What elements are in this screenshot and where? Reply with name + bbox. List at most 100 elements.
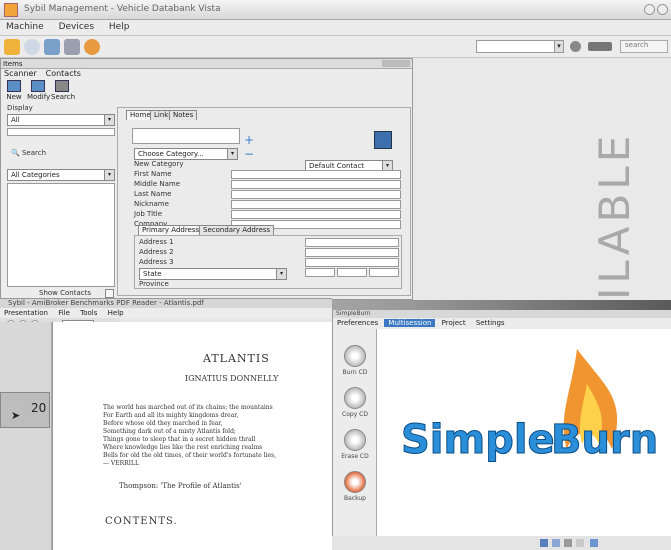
cursor-icon: ➤ [11, 409, 21, 422]
menu-scanner[interactable]: Scanner [1, 69, 40, 78]
menu-project[interactable]: Project [438, 319, 470, 327]
search-contacts-text: Search [21, 149, 47, 157]
province-label: Province [139, 280, 169, 288]
background-watermark: ILABLE [590, 131, 639, 300]
toolbar: ▾ search [0, 36, 671, 58]
backup-button[interactable]: Backup [339, 471, 371, 502]
menu-contacts[interactable]: Contacts [43, 69, 84, 78]
display-select[interactable]: All ▾ [7, 114, 115, 126]
address1-label: Address 1 [139, 238, 174, 246]
modify-button[interactable]: Modify [27, 80, 51, 102]
category-select[interactable]: Choose Category... ▾ [134, 148, 238, 160]
poem-line: Something dark out of a misty Atlantis f… [103, 428, 236, 435]
default-contact-value: Default Contact [309, 162, 365, 170]
zoom-value: 20 [31, 401, 47, 415]
form-window-buttons[interactable] [382, 60, 410, 67]
address3-field[interactable] [305, 258, 399, 267]
copy-cd-label: Copy CD [342, 411, 368, 418]
modify-label: Modify [27, 93, 51, 101]
backup-label: Backup [344, 495, 366, 502]
minimize-button[interactable] [644, 4, 655, 15]
menu-preferences[interactable]: Preferences [333, 319, 382, 327]
simpleburn-logo-area: Simple Burn [377, 329, 671, 550]
location-input[interactable] [476, 40, 564, 53]
contacts-list[interactable] [7, 183, 115, 287]
state-select-value: State [143, 270, 162, 278]
gear-icon[interactable] [570, 41, 581, 52]
tray-icon[interactable] [576, 539, 584, 547]
erase-cd-button[interactable]: Erase CD [339, 429, 371, 460]
modify-icon [31, 80, 45, 92]
menu-presentation[interactable]: Presentation [0, 309, 52, 317]
menu-file[interactable]: File [54, 309, 74, 317]
middle-name-field[interactable] [231, 180, 401, 189]
pdf-sidepanel: 20 ➤ [0, 322, 52, 550]
menu-help[interactable]: Help [104, 309, 128, 317]
menu-help[interactable]: Help [103, 20, 136, 34]
first-name-field[interactable] [231, 170, 401, 179]
menu-tools[interactable]: Tools [76, 309, 101, 317]
search-button[interactable]: Search [51, 80, 75, 102]
tray-icon[interactable] [564, 539, 572, 547]
add-icon[interactable]: + [244, 133, 254, 147]
location-dropdown[interactable]: ▾ [554, 41, 563, 52]
middle-name-label: Middle Name [134, 180, 180, 188]
poem-line: Things gone to sleep that in a secret hi… [103, 436, 256, 443]
form-window-title: Items [1, 59, 412, 69]
close-button[interactable] [657, 4, 668, 15]
discard-icon[interactable] [84, 39, 100, 55]
display-filter-input[interactable] [7, 128, 115, 136]
poem-line: The world has marched out of its chains;… [103, 404, 273, 411]
progress-slot [588, 42, 612, 51]
chevron-down-icon: ▾ [104, 170, 114, 180]
menu-multisession[interactable]: Multisession [384, 319, 436, 327]
menu-machine[interactable]: Machine [0, 20, 50, 34]
address2-label: Address 2 [139, 248, 174, 256]
zip-field-2[interactable] [337, 268, 367, 277]
menu-settings[interactable]: Settings [472, 319, 509, 327]
tray-icon[interactable] [590, 539, 598, 547]
zoom-widget[interactable]: 20 ➤ [0, 392, 50, 428]
zip-field-3[interactable] [369, 268, 399, 277]
settings-icon[interactable] [24, 39, 40, 55]
simpleburn-sidebar: Burn CD Copy CD Erase CD Backup [333, 329, 377, 550]
form-window-title-text: Items [3, 60, 23, 68]
copy-cd-button[interactable]: Copy CD [339, 387, 371, 418]
burn-cd-button[interactable]: Burn CD [339, 345, 371, 376]
tab-secondary-address[interactable]: Secondary Address [199, 225, 275, 235]
new-button[interactable]: New [3, 80, 25, 102]
search-contacts-link[interactable]: 🔍 Search [11, 149, 46, 157]
state-select[interactable]: State ▾ [139, 268, 287, 280]
show-icon[interactable] [64, 39, 80, 55]
first-name-label: First Name [134, 170, 172, 178]
simpleburn-window: SimpleBurn Preferences Multisession Proj… [332, 310, 671, 550]
tray-icon[interactable] [552, 539, 560, 547]
tab-notes[interactable]: Notes [169, 110, 198, 120]
show-contacts-checkbox[interactable] [105, 289, 114, 298]
toolbar-search-input[interactable]: search [620, 40, 668, 53]
last-name-field[interactable] [231, 190, 401, 199]
erase-cd-label: Erase CD [341, 453, 369, 460]
category-select-value: Choose Category... [138, 150, 204, 158]
save-icon[interactable] [44, 39, 60, 55]
window-title: Sybil Management - Vehicle Databank Vist… [24, 4, 221, 14]
category-list-select[interactable]: All Categories ▾ [7, 169, 115, 181]
zip-field-1[interactable] [305, 268, 335, 277]
logo-text-simple: Simple [401, 417, 556, 464]
nickname-field[interactable] [231, 200, 401, 209]
poem-line: Where knowledge lies like the rest enric… [103, 444, 263, 451]
form-menu: Scanner Contacts [1, 69, 84, 79]
remove-icon[interactable]: − [244, 147, 254, 161]
tray-icon[interactable] [540, 539, 548, 547]
new-icon[interactable] [4, 39, 20, 55]
display-label: Display [7, 104, 33, 112]
simpleburn-menu: Preferences Multisession Project Setting… [333, 318, 671, 329]
menu-devices[interactable]: Devices [53, 20, 100, 34]
job-title-field[interactable] [231, 210, 401, 219]
address2-field[interactable] [305, 248, 399, 257]
chevron-down-icon: ▾ [104, 115, 114, 125]
address1-field[interactable] [305, 238, 399, 247]
tab-primary-address[interactable]: Primary Address [138, 225, 204, 235]
name-entry[interactable] [132, 128, 240, 144]
logo-text-burn: Burn [550, 417, 659, 464]
